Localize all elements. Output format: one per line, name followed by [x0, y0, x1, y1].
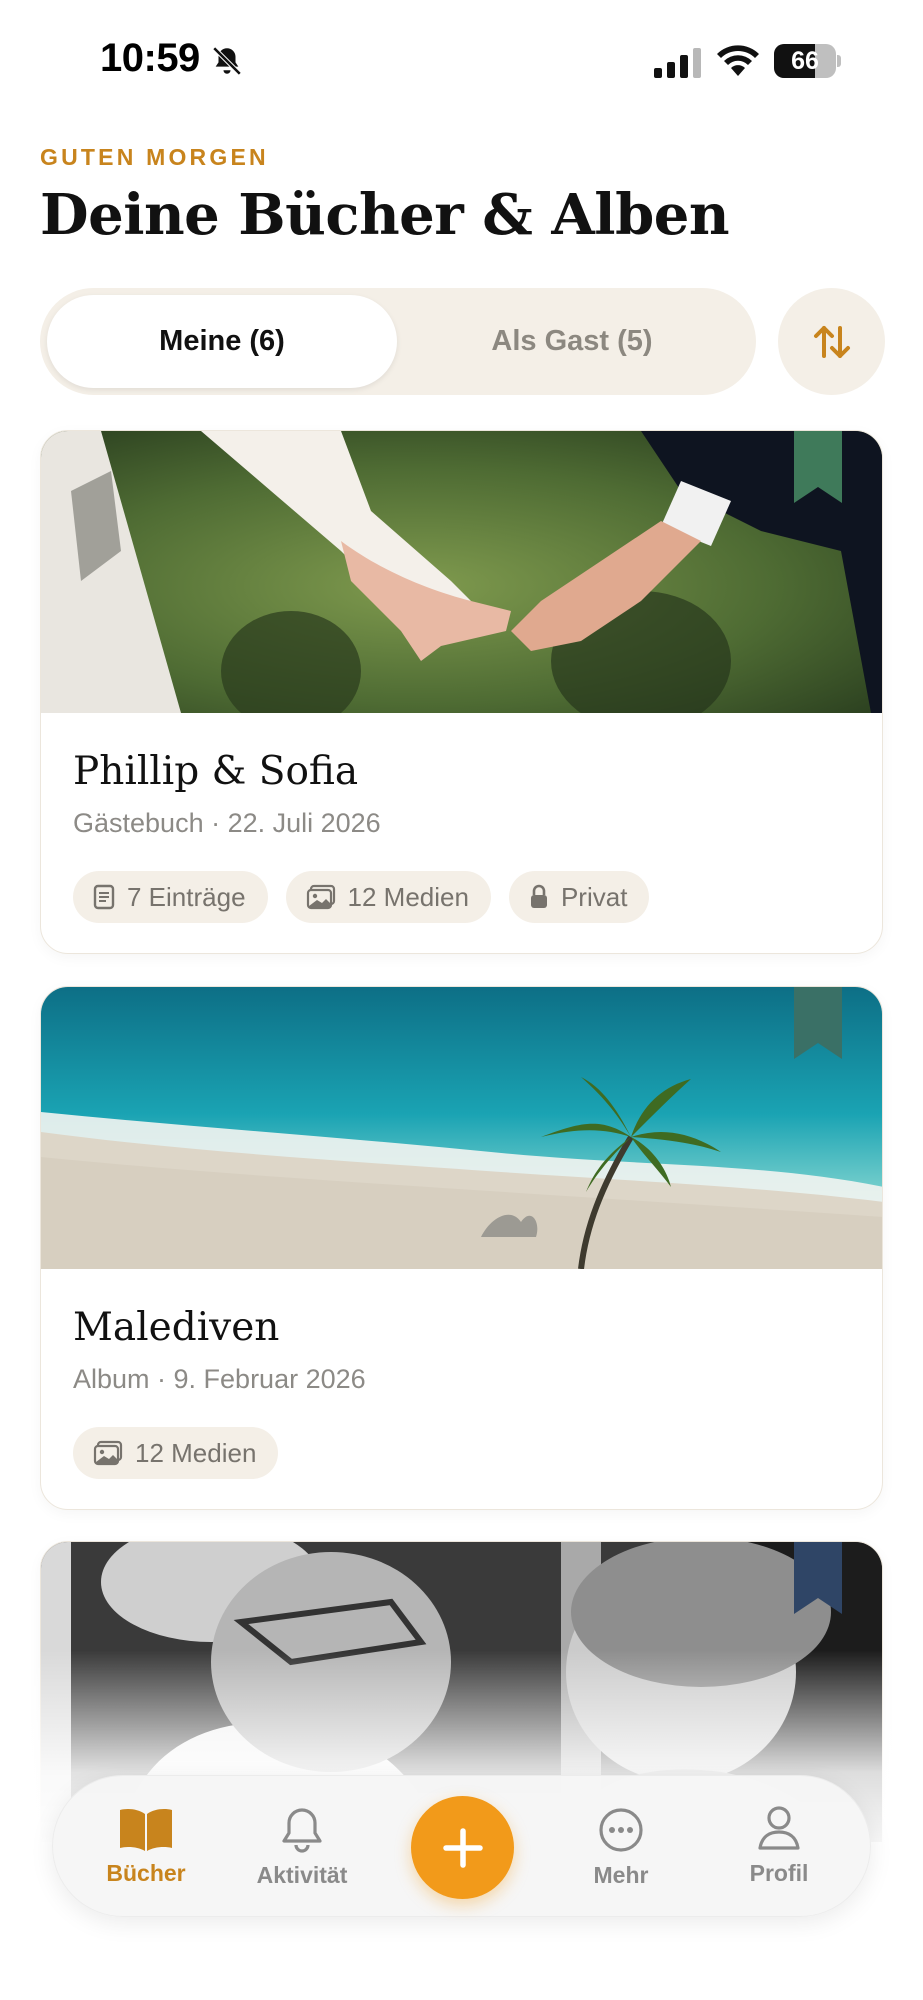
plus-icon — [442, 1827, 483, 1868]
chip-row: 7 Einträge 12 Medien Privat — [73, 871, 850, 923]
person-icon — [758, 1806, 800, 1850]
tab-bar: Bücher Aktivität Mehr Profil — [52, 1775, 871, 1917]
chip-entries: 7 Einträge — [73, 871, 268, 923]
media-icon — [306, 884, 335, 910]
status-time: 10:59 — [100, 36, 200, 80]
bookmark-ribbon — [794, 1542, 842, 1614]
chip-label: 12 Medien — [135, 1437, 257, 1468]
segmented-control: Meine (6) Als Gast (5) — [40, 288, 756, 395]
card-title: Phillip & Sofia — [73, 749, 359, 794]
greeting: GUTEN MORGEN — [40, 144, 269, 170]
cover-image — [41, 431, 882, 713]
chip-label: Privat — [560, 881, 628, 912]
tab-meine[interactable]: Meine (6) — [47, 295, 397, 388]
book-icon — [120, 1809, 172, 1851]
card-subtitle: Gästebuch · 22. Juli 2026 — [73, 808, 381, 838]
chip-row: 12 Medien — [73, 1427, 850, 1479]
add-button[interactable] — [411, 1796, 514, 1899]
tab-profil[interactable]: Profil — [714, 1804, 844, 1887]
status-bar: 10:59 66 — [0, 0, 923, 120]
chip-label: 7 Einträge — [127, 881, 246, 912]
card-subtitle: Album · 9. Februar 2026 — [73, 1364, 366, 1394]
bell-icon — [282, 1808, 322, 1853]
media-icon — [93, 1440, 123, 1466]
cover-image — [41, 987, 882, 1269]
tab-label: Aktivität — [256, 1862, 348, 1888]
sort-button[interactable] — [778, 288, 885, 395]
tab-mehr[interactable]: Mehr — [556, 1806, 686, 1889]
tab-buecher[interactable]: Bücher — [81, 1806, 211, 1887]
sort-arrows-icon — [813, 325, 850, 358]
entries-icon — [93, 884, 115, 910]
tab-label: Profil — [749, 1860, 809, 1886]
tab-label: Mehr — [593, 1862, 649, 1888]
cellular-signal-icon — [654, 48, 701, 78]
bell-slash-icon — [212, 46, 242, 76]
bookmark-ribbon — [794, 987, 842, 1059]
wifi-icon — [717, 45, 759, 76]
more-icon — [599, 1808, 643, 1852]
chip-media: 12 Medien — [285, 871, 491, 923]
card-title: Malediven — [73, 1305, 280, 1350]
chip-media: 12 Medien — [73, 1427, 279, 1479]
chip-privacy: Privat — [508, 871, 650, 923]
tab-label: Bücher — [106, 1860, 186, 1886]
chip-label: 12 Medien — [347, 881, 469, 912]
battery-percent: 66 — [791, 47, 819, 75]
book-card[interactable]: Phillip & Sofia Gästebuch · 22. Juli 202… — [40, 430, 883, 954]
page-title: Deine Bücher & Alben — [40, 182, 730, 248]
lock-icon — [530, 884, 547, 908]
book-card[interactable]: Malediven Album · 9. Februar 2026 12 Med… — [40, 986, 883, 1510]
tab-aktivitaet[interactable]: Aktivität — [237, 1806, 367, 1889]
battery-icon: 66 — [774, 44, 841, 78]
bookmark-ribbon — [794, 431, 842, 503]
tab-als-gast[interactable]: Als Gast (5) — [397, 295, 747, 388]
